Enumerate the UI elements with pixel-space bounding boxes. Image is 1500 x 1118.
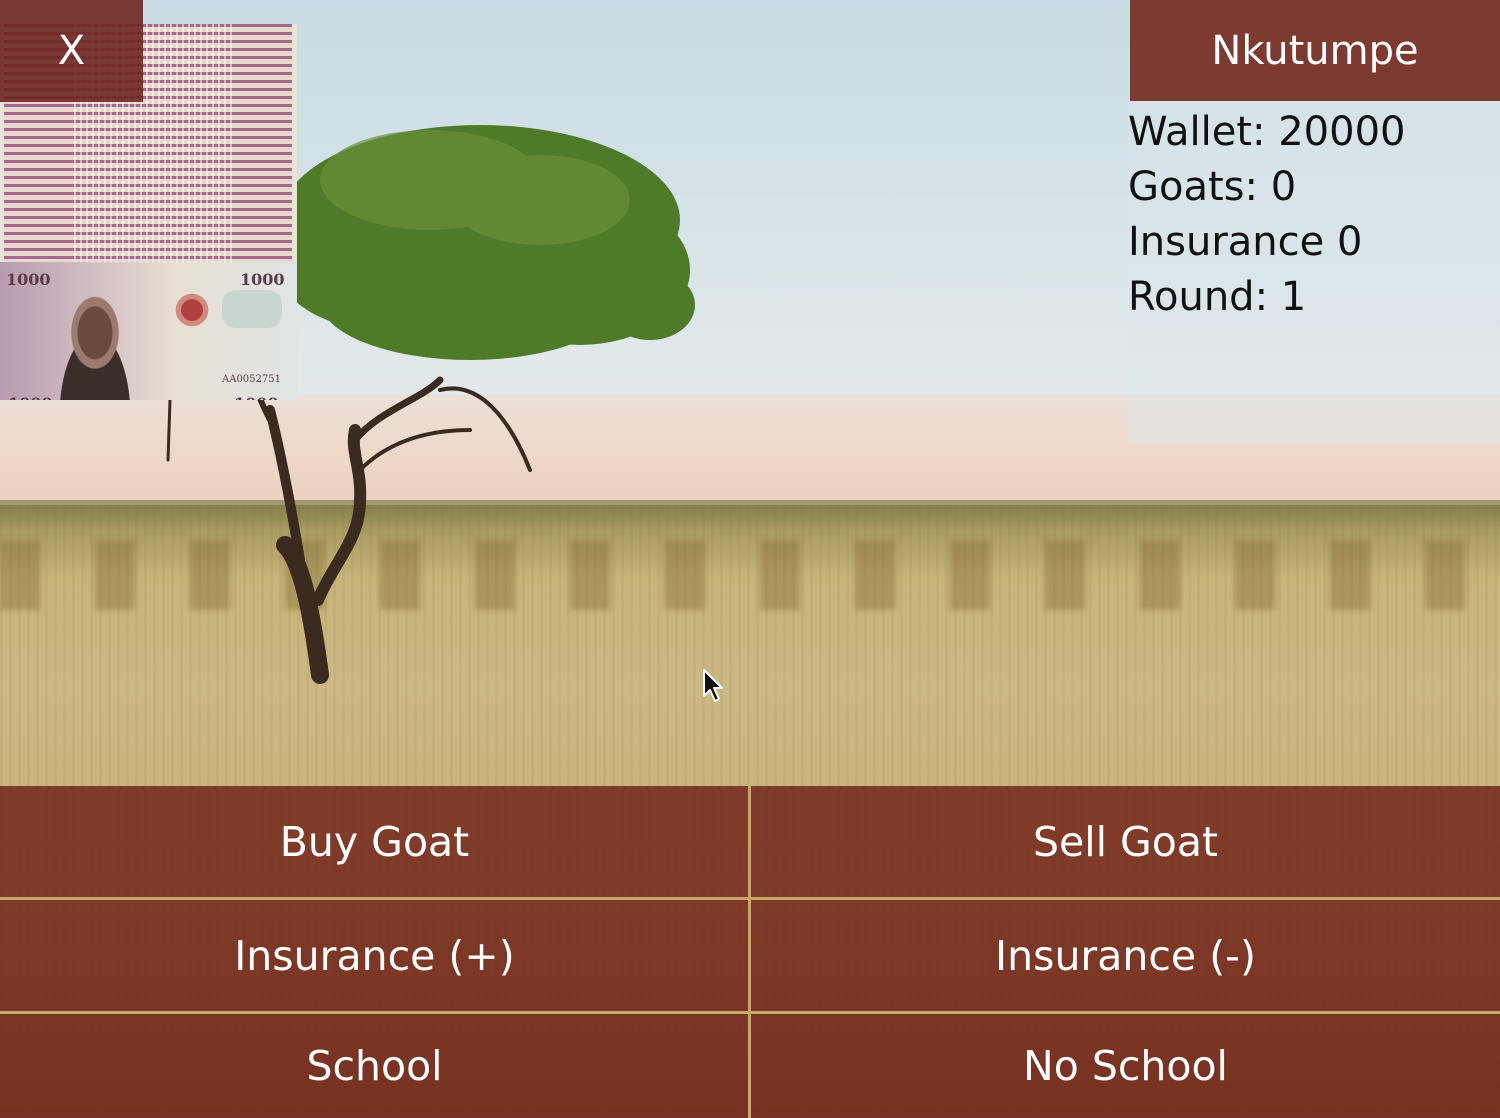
action-grid: Buy Goat Sell Goat Insurance (+) Insuran… xyxy=(0,786,1500,1118)
denomination-label: 1000 xyxy=(8,394,53,400)
round-value: Round: 1 xyxy=(1128,274,1307,320)
no-school-button[interactable]: No School xyxy=(751,1014,1500,1118)
insurance-value: Insurance 0 xyxy=(1128,219,1363,265)
coat-of-arms-icon xyxy=(172,292,212,328)
buy-goat-button[interactable]: Buy Goat xyxy=(0,786,749,898)
sell-goat-button[interactable]: Sell Goat xyxy=(751,786,1500,898)
security-window xyxy=(222,290,282,328)
denomination-label: 1000 xyxy=(240,270,285,289)
insurance-plus-button[interactable]: Insurance (+) xyxy=(0,900,749,1012)
wallet-value: Wallet: 20000 xyxy=(1128,109,1406,155)
insurance-minus-button[interactable]: Insurance (-) xyxy=(751,900,1500,1012)
close-button[interactable]: X xyxy=(0,0,143,102)
goats-value: Goats: 0 xyxy=(1128,164,1297,210)
school-button[interactable]: School xyxy=(0,1014,749,1118)
denomination-label: 1000 xyxy=(6,270,51,289)
denomination-label: 1000 xyxy=(234,394,279,400)
mouse-cursor-icon xyxy=(703,669,723,702)
stats-panel: Wallet: 20000 Goats: 0 Insurance 0 Round… xyxy=(1128,101,1500,444)
portrait-icon xyxy=(40,288,150,400)
serial-number: AA0052751 xyxy=(222,374,281,385)
divider xyxy=(748,786,751,1118)
player-name-header: Nkutumpe xyxy=(1130,0,1500,101)
